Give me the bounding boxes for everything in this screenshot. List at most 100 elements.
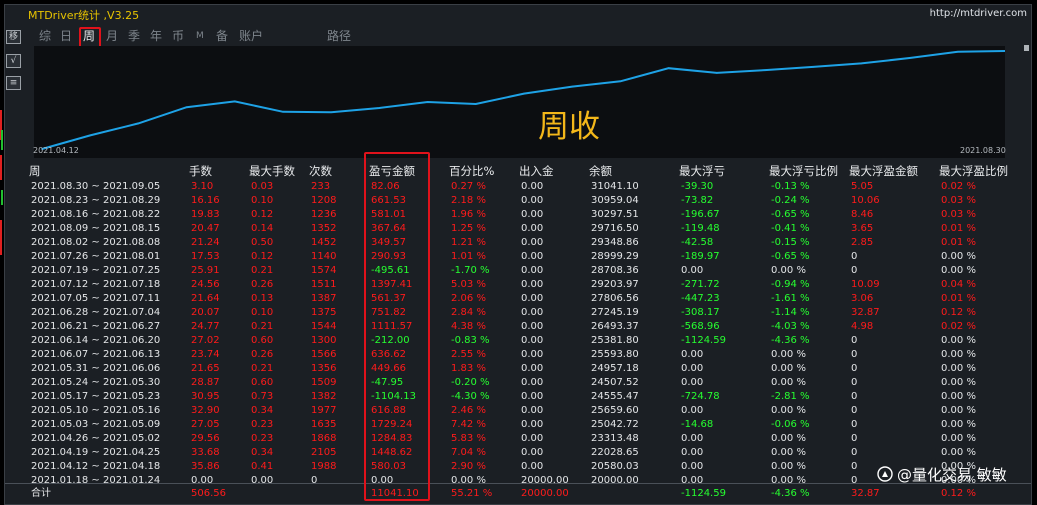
cell-count: 1208 bbox=[311, 195, 337, 206]
cell-max-floating-profit-ratio: 0.00 % bbox=[941, 447, 976, 458]
cell-pnl: 449.66 bbox=[371, 363, 406, 374]
cell-percent: 2.90 % bbox=[451, 461, 486, 472]
watermark-text: @量化交易 敏敏 bbox=[897, 466, 1007, 484]
close-icon[interactable] bbox=[1024, 45, 1029, 51]
header-max-floating-profit[interactable]: 最大浮盈金额 bbox=[849, 163, 918, 179]
tab-summary[interactable]: 综 bbox=[39, 27, 51, 46]
cell-max-floating-profit-ratio: 0.03 % bbox=[941, 209, 976, 220]
cell-week: 2021.07.26 ~ 2021.08.01 bbox=[31, 251, 161, 262]
cell-balance: 23313.48 bbox=[591, 433, 639, 444]
cell-max-floating-loss-ratio: -0.06 % bbox=[771, 419, 810, 430]
website-link[interactable]: http://mtdriver.com bbox=[930, 8, 1027, 19]
cell-lots: 3.10 bbox=[191, 181, 214, 192]
cell-max-floating-loss-ratio: -1.61 % bbox=[771, 293, 810, 304]
cell-max-lots: 0.50 bbox=[251, 237, 274, 248]
table-row[interactable]: 2021.08.23 ~ 2021.08.29 16.16 0.10 1208 661.… bbox=[5, 194, 1031, 208]
cell-lots: 30.95 bbox=[191, 391, 220, 402]
table-row[interactable]: 2021.05.03 ~ 2021.05.09 27.05 0.23 1635 1729… bbox=[5, 418, 1031, 432]
header-balance[interactable]: 余额 bbox=[589, 163, 612, 179]
cell-max-floating-profit: 0 bbox=[851, 335, 858, 346]
cell-max-floating-profit: 0 bbox=[851, 433, 858, 444]
cell-max-lots: 0.21 bbox=[251, 363, 274, 374]
balance-point bbox=[908, 57, 911, 59]
cell-max-floating-profit-ratio: 0.00 % bbox=[941, 433, 976, 444]
table-row[interactable]: 2021.08.09 ~ 2021.08.15 20.47 0.14 1352 367.… bbox=[5, 222, 1031, 236]
cell-deposit: 0.00 bbox=[521, 447, 544, 458]
tab-day[interactable]: 日 bbox=[60, 27, 72, 46]
tab-m[interactable]: M bbox=[196, 27, 204, 46]
header-max-floating-loss-ratio[interactable]: 最大浮亏比例 bbox=[769, 163, 838, 179]
balance-point bbox=[571, 85, 573, 88]
cell-pnl: 580.03 bbox=[371, 461, 406, 472]
cell-deposit: 0.00 bbox=[521, 321, 544, 332]
table-row[interactable]: 2021.07.19 ~ 2021.07.25 25.91 0.21 1574 -495… bbox=[5, 264, 1031, 278]
cell-max-floating-loss-ratio: 0.00 % bbox=[771, 377, 806, 388]
cell-deposit: 0.00 bbox=[521, 405, 544, 416]
cell-deposit: 0.00 bbox=[521, 209, 544, 220]
table-row[interactable]: 2021.06.14 ~ 2021.06.20 27.02 0.60 1300 -212… bbox=[5, 334, 1031, 348]
header-week[interactable]: 周 bbox=[29, 163, 41, 179]
table-row[interactable]: 2021.04.19 ~ 2021.04.25 33.68 0.34 2105 1448… bbox=[5, 446, 1031, 460]
cell-max-floating-loss-ratio: -0.13 % bbox=[771, 181, 810, 192]
tab-notes[interactable]: 备 bbox=[216, 27, 228, 46]
background-candle bbox=[1, 190, 3, 205]
cell-max-floating-loss: 0.00 bbox=[681, 461, 704, 472]
cell-deposit: 0.00 bbox=[521, 265, 544, 276]
tab-month[interactable]: 月 bbox=[106, 27, 118, 46]
table-row[interactable]: 2021.08.30 ~ 2021.09.05 3.10 0.03 233 82.06 0… bbox=[5, 180, 1031, 194]
table-row[interactable]: 2021.05.31 ~ 2021.06.06 21.65 0.21 1356 449.… bbox=[5, 362, 1031, 376]
tab-path[interactable]: 路径 bbox=[327, 27, 351, 46]
cell-pnl: -212.00 bbox=[371, 335, 410, 346]
header-lots[interactable]: 手数 bbox=[189, 163, 212, 179]
cell-week: 2021.06.28 ~ 2021.07.04 bbox=[31, 307, 161, 318]
table-row[interactable]: 2021.07.12 ~ 2021.07.18 24.56 0.26 1511 1397… bbox=[5, 278, 1031, 292]
cell-pnl: 661.53 bbox=[371, 195, 406, 206]
cell-percent: 2.06 % bbox=[451, 293, 486, 304]
tab-account[interactable]: 账户 bbox=[239, 27, 263, 46]
total-max-floating-profit: 32.87 bbox=[851, 488, 880, 499]
cell-deposit: 0.00 bbox=[521, 181, 544, 192]
table-row[interactable]: 2021.05.10 ~ 2021.05.16 32.90 0.34 1977 616.… bbox=[5, 404, 1031, 418]
cell-balance: 29716.50 bbox=[591, 223, 639, 234]
cell-max-lots: 0.10 bbox=[251, 307, 274, 318]
table-row[interactable]: 2021.07.05 ~ 2021.07.11 21.64 0.13 1387 561.… bbox=[5, 292, 1031, 306]
title-bar: MTDriver统计 ,V3.25 http://mtdriver.com bbox=[5, 5, 1031, 23]
table-row[interactable]: 2021.07.26 ~ 2021.08.01 17.53 0.12 1140 290.… bbox=[5, 250, 1031, 264]
move-icon[interactable]: 移 bbox=[6, 30, 21, 44]
header-percent[interactable]: 百分比% bbox=[449, 163, 494, 179]
table-row[interactable]: 2021.06.28 ~ 2021.07.04 20.07 0.10 1375 751.… bbox=[5, 306, 1031, 320]
cell-pnl: 1397.41 bbox=[371, 279, 413, 290]
tab-quarter[interactable]: 季 bbox=[128, 27, 140, 46]
header-count[interactable]: 次数 bbox=[309, 163, 332, 179]
table-row[interactable]: 2021.05.24 ~ 2021.05.30 28.87 0.60 1509 -47.… bbox=[5, 376, 1031, 390]
table-row[interactable]: 2021.06.07 ~ 2021.06.13 23.74 0.26 1566 636.… bbox=[5, 348, 1031, 362]
cell-max-floating-profit-ratio: 0.01 % bbox=[941, 237, 976, 248]
header-pnl[interactable]: 盈亏金额 bbox=[369, 163, 415, 179]
chart-start-date: 2021.04.12 bbox=[33, 146, 79, 155]
table-row[interactable]: 2021.04.26 ~ 2021.05.02 29.56 0.23 1868 1284… bbox=[5, 432, 1031, 446]
cell-pnl: 751.82 bbox=[371, 307, 406, 318]
tab-year[interactable]: 年 bbox=[150, 27, 162, 46]
cell-balance: 27245.19 bbox=[591, 307, 639, 318]
cell-count: 1566 bbox=[311, 349, 337, 360]
check-icon[interactable]: √ bbox=[6, 54, 21, 68]
header-max-lots[interactable]: 最大手数 bbox=[249, 163, 295, 179]
cell-deposit: 0.00 bbox=[521, 195, 544, 206]
table-row[interactable]: 2021.08.16 ~ 2021.08.22 19.83 0.12 1236 581.… bbox=[5, 208, 1031, 222]
cell-percent: 1.21 % bbox=[451, 237, 486, 248]
table-row[interactable]: 2021.05.17 ~ 2021.05.23 30.95 0.73 1382 -110… bbox=[5, 390, 1031, 404]
cell-week: 2021.05.31 ~ 2021.06.06 bbox=[31, 363, 161, 374]
tab-currency[interactable]: 币 bbox=[172, 27, 184, 46]
cell-percent: 2.84 % bbox=[451, 307, 486, 318]
list-icon[interactable]: ≡ bbox=[6, 76, 21, 90]
cell-percent: 4.38 % bbox=[451, 321, 486, 332]
header-max-floating-profit-ratio[interactable]: 最大浮盈比例 bbox=[939, 163, 1008, 179]
balance-point bbox=[860, 62, 863, 65]
table-header-row: 周 手数 最大手数 次数 盈亏金额 百分比% 出入金 余额 最大浮亏 最大浮亏比例 最大浮盈金额 最大… bbox=[5, 163, 1031, 179]
cell-pnl: 581.01 bbox=[371, 209, 406, 220]
header-max-floating-loss[interactable]: 最大浮亏 bbox=[679, 163, 725, 179]
cell-max-lots: 0.21 bbox=[251, 265, 274, 276]
table-row[interactable]: 2021.08.02 ~ 2021.08.08 21.24 0.50 1452 349.… bbox=[5, 236, 1031, 250]
table-row[interactable]: 2021.06.21 ~ 2021.06.27 24.77 0.21 1544 1111… bbox=[5, 320, 1031, 334]
header-deposit[interactable]: 出入金 bbox=[519, 163, 554, 179]
